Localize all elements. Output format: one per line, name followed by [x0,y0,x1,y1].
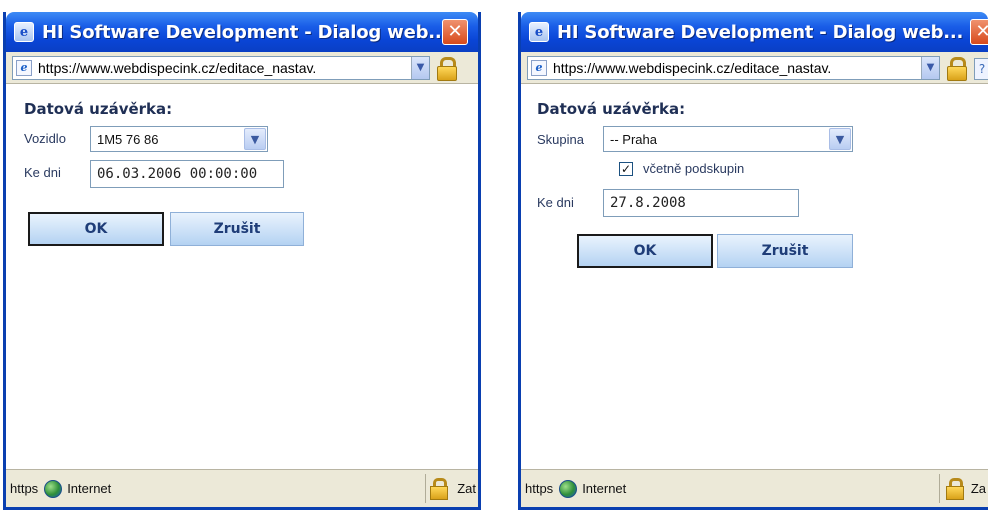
window-title: HI Software Development - Dialog web... [42,21,449,43]
section-title: Datová uzávěrka: [537,100,686,118]
status-bar: https Internet Zat [6,469,478,507]
app-icon: e [529,22,549,42]
include-subgroups-label: včetně podskupin [643,161,745,176]
close-button[interactable]: ✕ [442,19,468,45]
dialog-window-left: e HI Software Development - Dialog web..… [3,12,481,510]
close-button[interactable]: ✕ [970,19,988,45]
address-dropdown-button[interactable]: ▼ [921,56,939,79]
app-icon: e [14,22,34,42]
help-icon[interactable]: ? [974,58,988,80]
dialog-content: Datová uzávěrka: Vozidlo 1M5 76 86 ▼ Ke … [6,84,478,472]
date-input[interactable]: 27.8.2008 [603,189,799,217]
lock-icon[interactable] [430,478,448,500]
status-separator [425,474,426,503]
status-bar: https Internet Za [521,469,988,507]
cancel-button[interactable]: Zrušit [170,212,304,246]
address-dropdown-button[interactable]: ▼ [411,56,429,79]
status-zone: Internet [582,481,627,496]
date-label: Ke dni [24,165,61,180]
date-input[interactable]: 06.03.2006 00:00:00 [90,160,284,188]
chevron-down-icon[interactable]: ▼ [829,128,851,150]
vehicle-select-value: 1M5 76 86 [97,131,159,147]
ok-button[interactable]: OK [577,234,713,268]
window-title: HI Software Development - Dialog web... [557,21,964,43]
title-bar[interactable]: e HI Software Development - Dialog web..… [521,12,988,52]
close-icon: ✕ [975,23,988,41]
status-protocol: https [10,481,39,496]
lock-icon[interactable] [946,478,964,500]
lock-icon[interactable] [436,56,458,81]
chevron-down-icon: ▼ [416,62,425,73]
group-select[interactable]: -- Praha ▼ [603,126,853,152]
close-icon: ✕ [447,21,463,42]
title-bar[interactable]: e HI Software Development - Dialog web..… [6,12,478,52]
date-label: Ke dni [537,195,574,210]
status-truncated-text: Za [970,481,986,496]
chevron-down-icon[interactable]: ▼ [244,128,266,150]
status-truncated-text: Zat [457,481,476,496]
lock-icon[interactable] [946,56,968,81]
checkmark-icon: ✓ [620,162,632,176]
globe-icon [559,479,578,498]
address-bar: e https://www.webdispecink.cz/editace_na… [521,52,988,84]
address-field[interactable]: e https://www.webdispecink.cz/editace_na… [12,55,430,80]
page-icon: e [531,59,547,76]
group-label: Skupina [537,132,584,147]
status-zone: Internet [67,481,112,496]
chevron-down-icon: ▼ [926,62,935,73]
group-select-value: -- Praha [610,131,657,147]
status-separator [939,474,940,503]
vehicle-select[interactable]: 1M5 76 86 ▼ [90,126,268,152]
include-subgroups-checkbox[interactable]: ✓ [619,162,633,176]
status-protocol: https [525,481,554,496]
url-text: https://www.webdispecink.cz/editace_nast… [38,59,317,76]
address-field[interactable]: e https://www.webdispecink.cz/editace_na… [527,55,940,80]
ok-button[interactable]: OK [28,212,164,246]
dialog-content: Datová uzávěrka: Skupina -- Praha ▼ ✓ vč… [521,84,988,472]
page-icon: e [16,59,32,76]
dialog-window-right: e HI Software Development - Dialog web..… [518,12,988,510]
url-text: https://www.webdispecink.cz/editace_nast… [553,59,832,76]
address-bar: e https://www.webdispecink.cz/editace_na… [6,52,478,84]
section-title: Datová uzávěrka: [24,100,173,118]
vehicle-label: Vozidlo [24,131,66,146]
cancel-button[interactable]: Zrušit [717,234,853,268]
globe-icon [44,479,63,498]
